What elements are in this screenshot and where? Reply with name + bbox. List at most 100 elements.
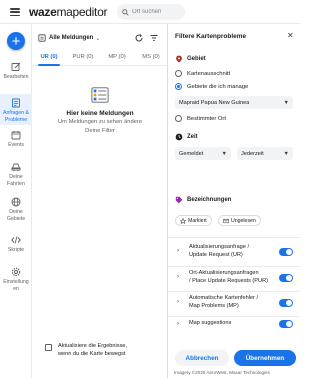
chevron-right-icon: › xyxy=(177,273,180,280)
type-label-line2: / Place Update Requests (PUR) xyxy=(189,278,268,284)
chip-label: Ungelesen xyxy=(231,217,256,224)
nav-label: Events xyxy=(8,142,24,148)
imagery-attribution: Imagery ©2025 AeroWest, Maxar Technologi… xyxy=(174,370,270,375)
filter-icon[interactable] xyxy=(149,33,159,43)
code-icon xyxy=(11,236,21,244)
cancel-button[interactable]: Abbrechen xyxy=(175,350,229,366)
close-icon[interactable]: ✕ xyxy=(287,32,294,40)
labels-section-heading: Bezeichnungen xyxy=(175,196,231,204)
left-nav: + Bearbeiten Anfragen & Probleme Events … xyxy=(0,24,32,378)
star-icon xyxy=(180,217,186,224)
type-label-line1: Map suggestions xyxy=(189,320,232,326)
nav-item-scripts[interactable]: Skripte xyxy=(0,235,32,254)
issues-filter-dropdown[interactable]: Alle Meldungen ⌄ xyxy=(38,34,100,42)
nav-item-requests[interactable]: Anfragen & Probleme xyxy=(0,94,32,125)
type-label-line1: Automatische Kartenfehler / xyxy=(189,295,259,301)
calendar-icon xyxy=(11,131,21,140)
tab-pur[interactable]: PUR (0) xyxy=(66,52,100,65)
nav-item-settings[interactable]: Einstellungen xyxy=(0,267,32,292)
requests-icon xyxy=(12,98,20,108)
type-label-line1: Ort-Aktualisierungsanfragen xyxy=(189,270,259,276)
nav-label: Anfragen & Probleme xyxy=(3,110,29,123)
nav-label: Deine Fahrten xyxy=(7,174,25,187)
globe-icon xyxy=(11,197,21,207)
app-logo[interactable]: wazemapeditor xyxy=(29,5,107,19)
radio-map-view[interactable]: Kartenausschnitt xyxy=(175,70,230,77)
list-icon xyxy=(38,34,46,42)
type-label-line2: Update Request (UR) xyxy=(189,252,243,258)
divider xyxy=(168,266,300,267)
area-section-heading: Gebiet xyxy=(175,55,206,63)
type-label-line1: Aktualisierungsanfrage / xyxy=(189,244,250,250)
radio-managed-areas[interactable]: Gebiete die ich manage xyxy=(175,83,248,90)
nav-label: Bearbeiten xyxy=(3,74,29,80)
nav-item-drives[interactable]: Deine Fahrten xyxy=(0,162,32,187)
nav-item-areas[interactable]: Deine Gebiete xyxy=(0,197,32,222)
empty-list-icon xyxy=(91,87,109,103)
type-label-line2: Map Problems (MP) xyxy=(189,303,239,309)
refresh-on-move[interactable]: Aktualisiere die Ergebnisse, wenn du die… xyxy=(45,343,127,358)
refresh-on-move-checkbox[interactable] xyxy=(45,344,52,351)
time-type-select[interactable]: Gemeldet ▼ xyxy=(175,147,231,160)
search-icon xyxy=(122,8,129,16)
time-type-value: Gemeldet xyxy=(179,150,204,157)
issue-tabs: UR (0) PUR (0) MP (0) MS (0) xyxy=(32,52,168,66)
car-icon xyxy=(11,163,21,172)
refresh-icon[interactable] xyxy=(134,33,144,43)
chip-unread[interactable]: Ungelesen xyxy=(218,215,261,226)
add-button[interactable]: + xyxy=(7,32,25,50)
area-heading: Gebiet xyxy=(187,56,206,62)
nav-item-edit[interactable]: Bearbeiten xyxy=(0,62,32,81)
radio-indicator[interactable] xyxy=(175,83,182,90)
radio-indicator[interactable] xyxy=(175,70,182,77)
empty-subtitle-line2: Deine Filter xyxy=(85,128,115,134)
search-box[interactable] xyxy=(117,4,185,20)
type-toggle-mp[interactable] xyxy=(279,299,293,307)
empty-title: Hier keine Meldungen xyxy=(66,110,134,117)
radio-indicator[interactable] xyxy=(175,115,182,122)
filter-panel-title: Filtere Kartenprobleme xyxy=(175,33,247,40)
issues-panel: Alle Meldungen ⌄ UR (0) PUR (0) MP (0) M… xyxy=(32,24,168,378)
managed-area-value: Mapraid Papua New Guinea xyxy=(179,99,250,106)
chevron-down-icon: ⌄ xyxy=(95,35,101,42)
menu-icon[interactable] xyxy=(10,8,20,16)
apply-button[interactable]: Übernehmen xyxy=(234,350,296,366)
empty-subtitle-line1: Um Meldungen zu sehen ändere xyxy=(57,119,143,125)
type-toggle-pur[interactable] xyxy=(279,274,293,282)
labels-heading: Bezeichnungen xyxy=(187,197,232,203)
radio-specific-place[interactable]: Bestimmter Ort xyxy=(175,115,226,122)
logo-thin: mapeditor xyxy=(56,5,108,19)
nav-label: Einstellungen xyxy=(3,279,29,292)
refresh-label-line2: wenn du die Karte bewegst xyxy=(58,350,126,357)
refresh-label-line1: Aktualisiere die Ergebnisse, xyxy=(58,343,128,349)
time-range-value: Jederzeit xyxy=(241,150,264,157)
managed-area-select[interactable]: Mapraid Papua New Guinea ▼ xyxy=(175,96,293,109)
nav-label: Deine Gebiete xyxy=(6,209,26,222)
chevron-right-icon: › xyxy=(177,298,180,305)
time-range-select[interactable]: Jederzeit ▼ xyxy=(237,147,293,160)
radio-label: Kartenausschnitt xyxy=(187,70,231,77)
chip-flagged[interactable]: Markiert xyxy=(175,215,212,226)
tab-mp[interactable]: MP (0) xyxy=(100,52,134,65)
dropdown-label: Alle Meldungen xyxy=(49,35,94,41)
chevron-right-icon: › xyxy=(177,320,180,327)
tab-ms[interactable]: MS (0) xyxy=(134,52,168,65)
clock-icon xyxy=(175,133,183,141)
type-toggle-ms[interactable] xyxy=(279,320,293,328)
chip-label: Markiert xyxy=(188,217,207,224)
divider xyxy=(168,316,300,317)
type-toggle-ur[interactable] xyxy=(279,248,293,256)
mail-icon xyxy=(223,218,229,223)
time-heading: Zeit xyxy=(187,134,198,140)
filter-panel: Filtere Kartenprobleme ✕ Gebiet Kartenau… xyxy=(168,24,300,370)
area-icon xyxy=(176,55,182,63)
nav-item-events[interactable]: Events xyxy=(0,130,32,149)
top-bar: wazemapeditor xyxy=(0,0,300,24)
settings-icon xyxy=(11,267,21,277)
nav-label: Skripte xyxy=(7,247,25,253)
edit-icon xyxy=(11,62,21,71)
search-input[interactable] xyxy=(132,9,182,15)
radio-label: Gebiete die ich manage xyxy=(187,83,249,90)
tag-icon xyxy=(175,196,183,204)
tab-ur[interactable]: UR (0) xyxy=(32,52,66,66)
